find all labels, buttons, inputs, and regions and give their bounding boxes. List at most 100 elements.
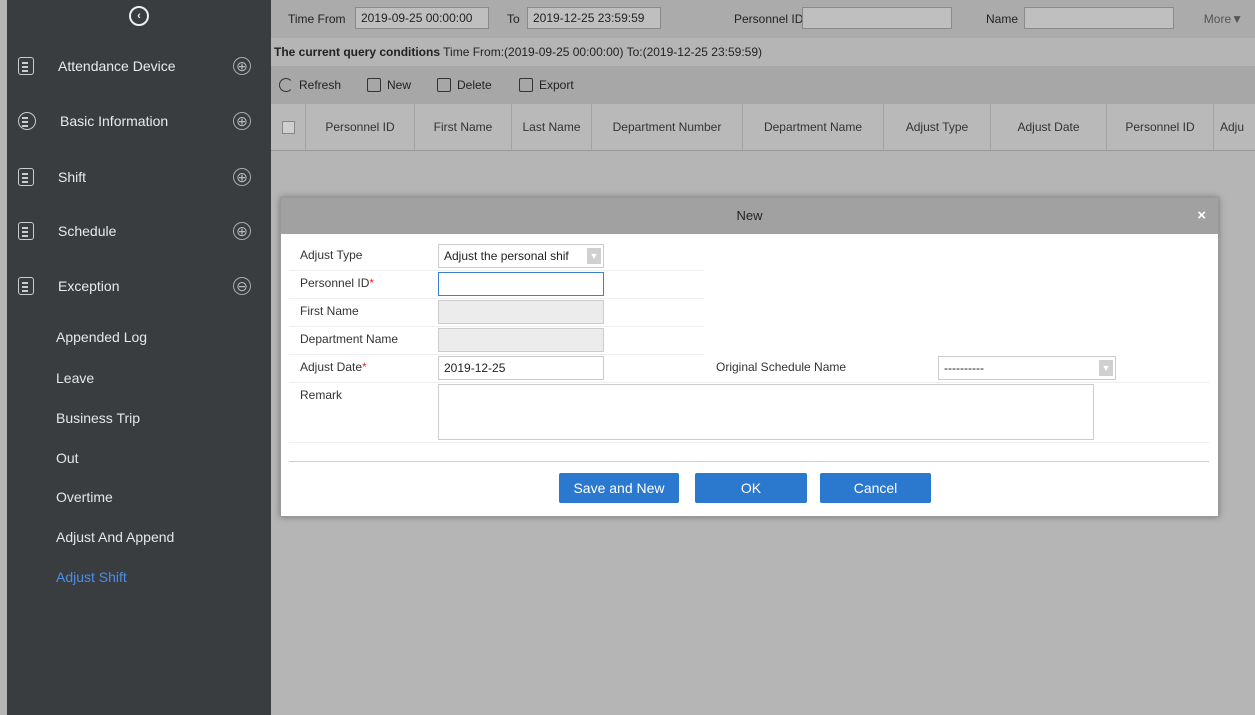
export-icon [519,78,533,92]
row-divider [289,270,704,271]
menu-shift[interactable]: Shift ⊕ [7,150,271,204]
row-divider [289,442,1209,443]
remark-label: Remark [300,388,343,402]
shift-icon [18,168,34,186]
refresh-label: Refresh [299,78,342,92]
submenu-adjust-and-append[interactable]: Adjust And Append [56,529,174,545]
menu-label: Basic Information [60,113,169,129]
ok-button[interactable]: OK [695,473,807,503]
row-divider [289,298,704,299]
dialog-separator [289,461,1209,462]
chevron-down-icon: ▼ [587,248,601,264]
column-header[interactable]: Adju [1214,104,1255,150]
new-label: New [387,78,412,92]
time-from-input[interactable]: 2019-09-25 00:00:00 [355,7,489,29]
expand-icon[interactable]: ⊕ [233,112,251,130]
trash-icon [437,78,451,92]
delete-label: Delete [457,78,492,92]
original-schedule-value: ---------- [944,361,984,375]
exception-icon [18,277,34,295]
new-button[interactable]: New [367,78,411,92]
adjust-date-field[interactable]: 2019-12-25 [438,356,604,380]
table-header: Personnel ID First Name Last Name Depart… [271,104,1255,151]
menu-label: Schedule [58,223,117,239]
department-name-field [438,328,604,352]
first-name-label: First Name [300,304,359,318]
query-bar: Time From 2019-09-25 00:00:00 To 2019-12… [271,0,1255,38]
to-label: To [507,12,520,26]
submenu-appended-log[interactable]: Appended Log [56,329,147,345]
column-header[interactable]: Adjust Type [884,104,991,150]
dialog-title-bar: New × [281,198,1218,234]
select-all-checkbox[interactable] [281,121,295,135]
submenu-out[interactable]: Out [56,450,79,466]
original-schedule-label: Original Schedule Name [716,360,847,374]
sidebar: ‹ Attendance Device ⊕ Basic Information … [7,0,271,715]
more-dropdown[interactable]: More▼ [1204,12,1243,26]
menu-exception[interactable]: Exception ⊖ [7,259,271,313]
collapse-icon[interactable]: ⊖ [233,277,251,295]
row-divider [289,326,704,327]
cancel-button[interactable]: Cancel [820,473,931,503]
info-icon [18,112,36,130]
column-header[interactable]: Last Name [512,104,592,150]
menu-schedule[interactable]: Schedule ⊕ [7,204,271,258]
column-header[interactable]: Personnel ID [1107,104,1214,150]
device-icon [18,57,34,75]
expand-icon[interactable]: ⊕ [233,57,251,75]
name-input[interactable] [1024,7,1174,29]
personnel-id-field[interactable] [438,272,604,296]
personnel-id-input[interactable] [802,7,952,29]
row-divider [289,354,704,355]
column-header[interactable]: First Name [415,104,512,150]
menu-label: Shift [58,169,87,185]
refresh-icon [279,78,293,92]
select-all-cell [271,104,306,150]
adjust-type-value: Adjust the personal shif [444,249,569,263]
time-to-input[interactable]: 2019-12-25 23:59:59 [527,7,661,29]
adjust-type-select[interactable]: Adjust the personal shif ▼ [438,244,604,268]
menu-label: Exception [58,278,120,294]
adjust-type-label: Adjust Type [300,248,363,262]
menu-basic-information[interactable]: Basic Information ⊕ [7,94,271,148]
remark-textarea[interactable] [438,384,1094,440]
schedule-icon [18,222,34,240]
personnel-id-label: Personnel ID [734,12,804,26]
chevron-left-icon: ‹ [129,6,149,26]
personnel-id-field-label: Personnel ID* [300,276,375,290]
collapse-sidebar-button[interactable]: ‹ [7,0,271,32]
row-divider [289,382,1209,383]
department-name-label: Department Name [300,332,399,346]
adjust-date-label: Adjust Date* [300,360,367,374]
chevron-down-icon: ▼ [1099,360,1113,376]
first-name-field [438,300,604,324]
refresh-button[interactable]: Refresh [279,78,341,92]
expand-icon[interactable]: ⊕ [233,222,251,240]
menu-label: Attendance Device [58,58,176,74]
name-label: Name [986,12,1019,26]
export-button[interactable]: Export [519,78,574,92]
new-dialog: New × Adjust Type Adjust the personal sh… [280,197,1219,517]
column-header[interactable]: Department Number [592,104,743,150]
time-from-label: Time From [288,12,346,26]
conditions-prefix: The current query conditions [274,45,441,59]
menu-attendance-device[interactable]: Attendance Device ⊕ [7,39,271,93]
column-header[interactable]: Adjust Date [991,104,1107,150]
column-header[interactable]: Personnel ID [306,104,415,150]
original-schedule-select[interactable]: ---------- ▼ [938,356,1116,380]
save-and-new-button[interactable]: Save and New [559,473,679,503]
column-header[interactable]: Department Name [743,104,884,150]
add-icon [367,78,381,92]
query-conditions: The current query conditions Time From:(… [271,38,1255,66]
submenu-leave[interactable]: Leave [56,370,94,386]
toolbar: Refresh New Delete Export [271,66,1255,104]
delete-button[interactable]: Delete [437,78,492,92]
expand-icon[interactable]: ⊕ [233,168,251,186]
conditions-text: Time From:(2019-09-25 00:00:00) To:(2019… [440,45,762,59]
dialog-title: New [736,208,763,223]
submenu-adjust-shift[interactable]: Adjust Shift [56,569,127,585]
export-label: Export [539,78,574,92]
submenu-overtime[interactable]: Overtime [56,489,113,505]
submenu-business-trip[interactable]: Business Trip [56,410,140,426]
close-icon[interactable]: × [1197,198,1206,234]
